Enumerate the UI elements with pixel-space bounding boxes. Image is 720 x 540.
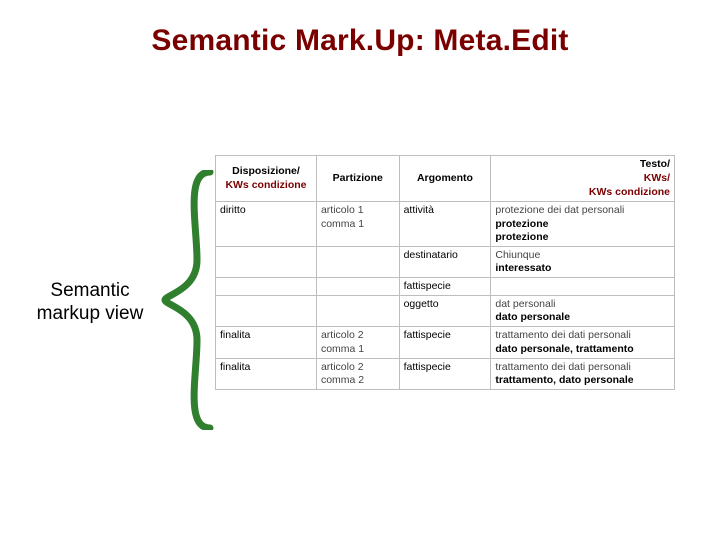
- partizione-line: comma 1: [321, 343, 395, 356]
- caption-line-2: markup view: [37, 303, 144, 324]
- partizione-line: articolo 1: [321, 204, 395, 217]
- cell-argomento: attività: [399, 202, 491, 246]
- col-testo: Testo/ KWs/ KWs condizione: [491, 156, 675, 202]
- table-row: finalita articolo 2 comma 1 fattispecie …: [216, 327, 675, 358]
- testo-raw: trattamento dei dati personali: [495, 361, 670, 374]
- testo-raw: trattamento dei dati personali: [495, 329, 670, 342]
- cell-partizione: articolo 1 comma 1: [316, 202, 399, 246]
- cell-testo: Chiunque interessato: [491, 246, 675, 277]
- partizione-line: comma 2: [321, 374, 395, 387]
- table-row: diritto articolo 1 comma 1 attività prot…: [216, 202, 675, 246]
- col-partizione: Partizione: [316, 156, 399, 202]
- testo-kw: protezione: [495, 218, 670, 231]
- testo-kw: trattamento, dato personale: [495, 374, 670, 387]
- col4-sub1: KWs/: [495, 172, 670, 185]
- testo-kw: protezione: [495, 231, 670, 244]
- cell-argomento: fattispecie: [399, 327, 491, 358]
- cell-partizione: articolo 2 comma 2: [316, 358, 399, 389]
- col1-main: Disposizione/: [232, 165, 300, 177]
- slide-caption: Semantic markup view: [30, 280, 150, 326]
- semantic-markup-table: Disposizione/ KWs condizione Partizione …: [215, 155, 675, 390]
- cell-disposizione: diritto: [216, 202, 317, 246]
- cell-partizione: articolo 2 comma 1: [316, 327, 399, 358]
- cell-disposizione: [216, 278, 317, 296]
- partizione-line: comma 1: [321, 218, 395, 231]
- cell-testo: trattamento dei dati personali trattamen…: [491, 358, 675, 389]
- partizione-line: articolo 2: [321, 329, 395, 342]
- cell-partizione: [316, 296, 399, 327]
- cell-argomento: fattispecie: [399, 278, 491, 296]
- col4-sub2: KWs condizione: [495, 186, 670, 199]
- testo-kw: dato personale, trattamento: [495, 343, 670, 356]
- cell-testo: trattamento dei dati personali dato pers…: [491, 327, 675, 358]
- cell-argomento: fattispecie: [399, 358, 491, 389]
- cell-partizione: [316, 246, 399, 277]
- table-row: finalita articolo 2 comma 2 fattispecie …: [216, 358, 675, 389]
- testo-raw: dat personali: [495, 298, 670, 311]
- col-argomento: Argomento: [399, 156, 491, 202]
- table-header-row: Disposizione/ KWs condizione Partizione …: [216, 156, 675, 202]
- testo-kw: dato personale: [495, 311, 670, 324]
- testo-raw: Chiunque: [495, 249, 670, 262]
- cell-disposizione: [216, 246, 317, 277]
- partizione-line: articolo 2: [321, 361, 395, 374]
- testo-raw: protezione dei dat personali: [495, 204, 670, 217]
- col-disposizione: Disposizione/ KWs condizione: [216, 156, 317, 202]
- caption-line-1: Semantic: [50, 280, 129, 301]
- table-row: destinatario Chiunque interessato: [216, 246, 675, 277]
- slide-title: Semantic Mark.Up: Meta.Edit: [0, 24, 720, 58]
- cell-partizione: [316, 278, 399, 296]
- cell-disposizione: finalita: [216, 358, 317, 389]
- table-row: fattispecie: [216, 278, 675, 296]
- cell-disposizione: [216, 296, 317, 327]
- cell-argomento: destinatario: [399, 246, 491, 277]
- cell-testo: protezione dei dat personali protezione …: [491, 202, 675, 246]
- table-row: oggetto dat personali dato personale: [216, 296, 675, 327]
- testo-kw: interessato: [495, 262, 670, 275]
- col1-sub: KWs condizione: [220, 179, 312, 192]
- cell-disposizione: finalita: [216, 327, 317, 358]
- cell-testo: [491, 278, 675, 296]
- col4-main: Testo/: [640, 158, 670, 170]
- cell-testo: dat personali dato personale: [491, 296, 675, 327]
- cell-argomento: oggetto: [399, 296, 491, 327]
